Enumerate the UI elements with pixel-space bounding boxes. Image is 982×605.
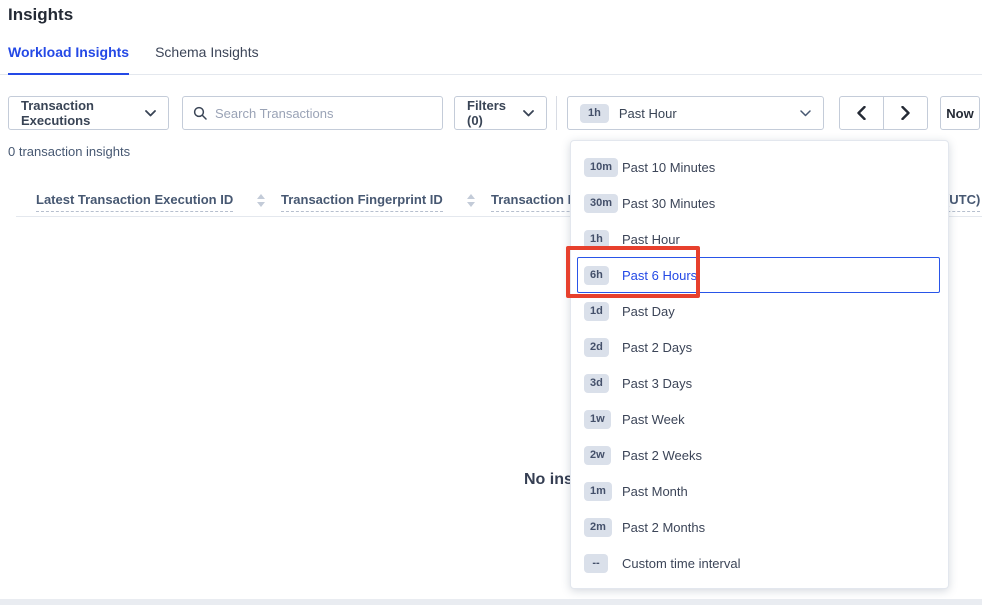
time-range-option[interactable]: 2m Past 2 Months <box>571 509 948 545</box>
time-range-option[interactable]: 30m Past 30 Minutes <box>571 185 948 221</box>
time-range-option-label: Past Day <box>622 304 675 319</box>
time-range-option-badge-wrap: 1h <box>584 230 622 249</box>
column-header[interactable]: Latest Transaction Execution ID <box>36 192 265 212</box>
chevron-left-icon <box>857 106 866 120</box>
time-range-option-badge-wrap: 3d <box>584 374 622 393</box>
column-header-label: Transaction Fingerprint ID <box>281 192 443 212</box>
now-button[interactable]: Now <box>940 96 980 130</box>
time-range-option-badge: 1w <box>584 410 611 429</box>
next-interval-button[interactable] <box>883 96 928 130</box>
time-range-option-badge: -- <box>584 554 608 573</box>
search-box[interactable] <box>182 96 443 130</box>
previous-interval-button[interactable] <box>839 96 884 130</box>
time-range-option[interactable]: -- Custom time interval <box>571 545 948 581</box>
time-range-option-badge-wrap: 30m <box>584 194 622 213</box>
tab-workload-insights[interactable]: Workload Insights <box>8 44 129 75</box>
time-range-option-label: Past Month <box>622 484 688 499</box>
time-range-option-label: Past Week <box>622 412 685 427</box>
time-range-label: Past Hour <box>619 106 677 121</box>
bottom-section-edge <box>0 599 982 605</box>
chevron-right-icon <box>901 106 910 120</box>
time-range-option[interactable]: 2d Past 2 Days <box>571 329 948 365</box>
tab-bar: Workload Insights Schema Insights <box>0 0 982 75</box>
time-range-option-badge: 30m <box>584 194 618 213</box>
insights-count: 0 transaction insights <box>8 144 130 159</box>
time-range-option-badge: 3d <box>584 374 609 393</box>
time-range-option-badge: 6h <box>584 266 609 285</box>
time-range-option-label: Past Hour <box>622 232 680 247</box>
time-range-option-badge: 2d <box>584 338 609 357</box>
toolbar-divider <box>556 96 557 130</box>
chevron-down-icon <box>145 110 156 117</box>
time-range-option[interactable]: 6h Past 6 Hours <box>577 257 940 293</box>
time-range-option-badge-wrap: 1d <box>584 302 622 321</box>
filters-button[interactable]: Filters (0) <box>454 96 547 130</box>
time-range-option-badge-wrap: -- <box>584 554 622 573</box>
chevron-down-icon <box>800 110 811 117</box>
column-header-label: Latest Transaction Execution ID <box>36 192 233 212</box>
tab-schema-insights[interactable]: Schema Insights <box>155 44 259 75</box>
time-range-option[interactable]: 1m Past Month <box>571 473 948 509</box>
time-range-option-label: Past 6 Hours <box>622 268 697 283</box>
time-range-option[interactable]: 2w Past 2 Weeks <box>571 437 948 473</box>
sort-icon[interactable] <box>257 194 265 207</box>
time-range-option-badge-wrap: 2m <box>584 518 622 537</box>
time-range-option-badge: 2m <box>584 518 612 537</box>
view-type-label: Transaction Executions <box>21 98 145 128</box>
search-input[interactable] <box>215 106 432 121</box>
time-range-option[interactable]: 1h Past Hour <box>571 221 948 257</box>
time-range-option-label: Past 2 Days <box>622 340 692 355</box>
time-range-option-badge: 10m <box>584 158 618 177</box>
time-range-option-label: Past 10 Minutes <box>622 160 715 175</box>
time-range-option-badge-wrap: 1w <box>584 410 622 429</box>
time-range-option-label: Past 2 Weeks <box>622 448 702 463</box>
time-range-option-label: Custom time interval <box>622 556 740 571</box>
time-range-option-label: Past 2 Months <box>622 520 705 535</box>
column-header[interactable]: Transaction Fingerprint ID <box>281 192 475 212</box>
time-range-option-badge: 1m <box>584 482 612 501</box>
search-icon <box>193 106 207 120</box>
chevron-down-icon <box>523 110 534 117</box>
time-range-option-label: Past 30 Minutes <box>622 196 715 211</box>
time-range-dropdown: 10m Past 10 Minutes 30m Past 30 Minutes 1h Pa… <box>570 140 949 589</box>
time-range-option-badge-wrap: 2d <box>584 338 622 357</box>
view-type-select[interactable]: Transaction Executions <box>8 96 169 130</box>
time-range-option[interactable]: 1w Past Week <box>571 401 948 437</box>
time-range-option[interactable]: 10m Past 10 Minutes <box>571 149 948 185</box>
time-range-option-label: Past 3 Days <box>622 376 692 391</box>
sort-icon[interactable] <box>467 194 475 207</box>
time-range-option-badge-wrap: 10m <box>584 158 622 177</box>
time-range-option-badge-wrap: 6h <box>584 266 622 285</box>
time-range-option-badge: 2w <box>584 446 611 465</box>
time-range-option-badge: 1d <box>584 302 609 321</box>
time-range-option-badge: 1h <box>584 230 609 249</box>
time-range-select[interactable]: 1h Past Hour <box>567 96 824 130</box>
time-range-option-badge-wrap: 1m <box>584 482 622 501</box>
time-range-badge: 1h <box>580 104 609 123</box>
time-range-option[interactable]: 3d Past 3 Days <box>571 365 948 401</box>
time-range-option[interactable]: 1d Past Day <box>571 293 948 329</box>
filters-label: Filters (0) <box>467 98 523 128</box>
time-range-option-badge-wrap: 2w <box>584 446 622 465</box>
